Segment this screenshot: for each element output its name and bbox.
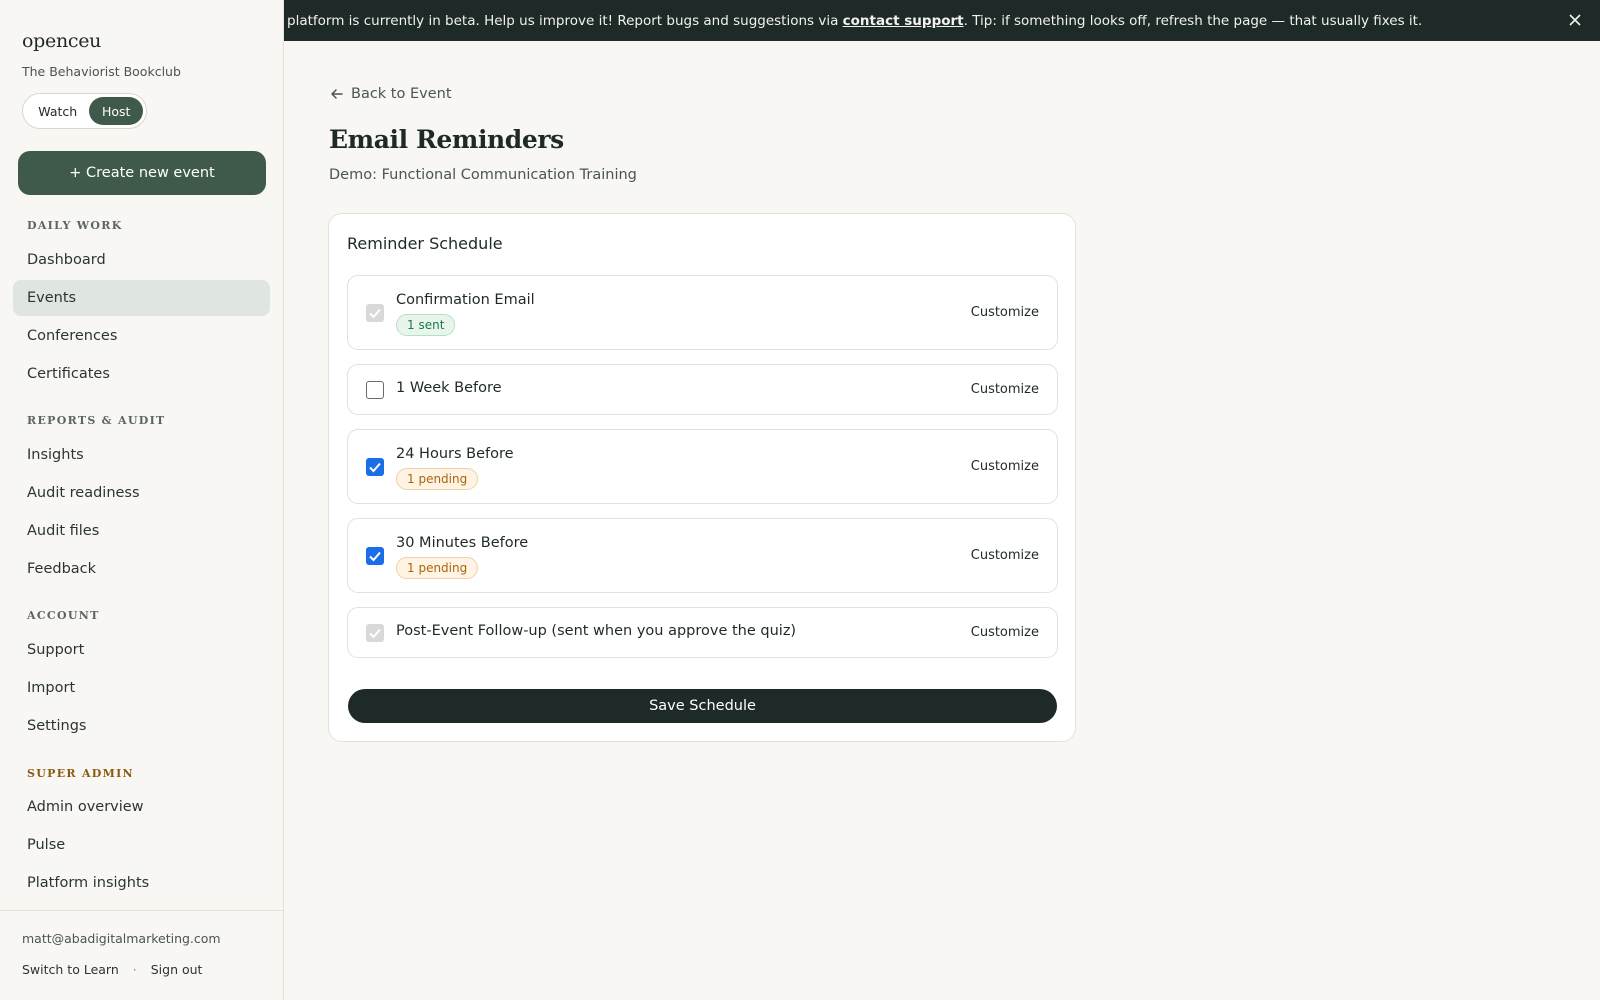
- reminder-row-post-event: Post-Event Follow-up (sent when you appr…: [347, 607, 1058, 658]
- sign-out-link[interactable]: Sign out: [151, 962, 203, 977]
- check-icon: [369, 462, 381, 473]
- reminder-label: 24 Hours Before: [396, 446, 514, 462]
- arrow-left-icon: [331, 89, 343, 99]
- back-label: Back to Event: [351, 86, 452, 102]
- sidebar-item-dashboard[interactable]: Dashboard: [13, 242, 270, 278]
- reminder-row-confirmation: Confirmation Email 1 sent Customize: [347, 275, 1058, 350]
- section-heading-account: ACCOUNT: [27, 609, 100, 622]
- status-badge: 1 pending: [396, 557, 479, 579]
- check-icon: [369, 628, 381, 639]
- sidebar-footer: matt@abadigitalmarketing.com Switch to L…: [0, 910, 284, 1000]
- reminder-row-1-week: 1 Week Before Customize: [347, 364, 1058, 415]
- footer-separator: ·: [132, 962, 137, 977]
- section-heading-super-admin: SUPER ADMIN: [27, 767, 134, 780]
- watch-host-toggle: Watch Host: [22, 93, 147, 129]
- reminder-label: 30 Minutes Before: [396, 535, 529, 551]
- sidebar-item-events[interactable]: Events: [13, 280, 270, 316]
- sidebar-item-audit-files[interactable]: Audit files: [13, 513, 270, 549]
- reminder-schedule-card: Reminder Schedule Confirmation Email 1 s…: [328, 213, 1076, 742]
- sidebar-item-support[interactable]: Support: [13, 632, 270, 668]
- sidebar-item-platform-insights[interactable]: Platform insights: [13, 865, 270, 901]
- reminder-row-24-hours: 24 Hours Before 1 pending Customize: [347, 429, 1058, 504]
- switch-to-learn-link[interactable]: Switch to Learn: [22, 962, 119, 977]
- check-icon: [369, 551, 381, 562]
- customize-button[interactable]: Customize: [971, 548, 1039, 563]
- organization-name: The Behaviorist Bookclub: [22, 64, 181, 79]
- reminder-row-30-minutes: 30 Minutes Before 1 pending Customize: [347, 518, 1058, 593]
- 24-hours-checkbox[interactable]: [366, 458, 384, 476]
- brand-logo[interactable]: openceu: [22, 30, 101, 52]
- 1-week-checkbox[interactable]: [366, 381, 384, 399]
- sidebar-item-admin-overview[interactable]: Admin overview: [13, 789, 270, 825]
- sidebar-item-conferences[interactable]: Conferences: [13, 318, 270, 354]
- reminder-label: Confirmation Email: [396, 292, 535, 308]
- section-heading-reports-audit: REPORTS & AUDIT: [27, 414, 166, 427]
- sidebar: openceu The Behaviorist Bookclub Watch H…: [0, 0, 284, 1000]
- 30-minutes-checkbox[interactable]: [366, 547, 384, 565]
- card-title: Reminder Schedule: [347, 234, 503, 253]
- sidebar-item-certificates[interactable]: Certificates: [13, 356, 270, 392]
- sidebar-item-import[interactable]: Import: [13, 670, 270, 706]
- reminder-label: Post-Event Follow-up (sent when you appr…: [396, 623, 797, 639]
- create-new-event-button[interactable]: + Create new event: [18, 151, 266, 195]
- host-toggle-option[interactable]: Host: [89, 97, 143, 125]
- status-badge: 1 sent: [396, 314, 456, 336]
- page-title: Email Reminders: [329, 125, 564, 154]
- confirmation-checkbox[interactable]: [366, 304, 384, 322]
- sidebar-item-feedback[interactable]: Feedback: [13, 551, 270, 587]
- customize-button[interactable]: Customize: [971, 382, 1039, 397]
- customize-button[interactable]: Customize: [971, 625, 1039, 640]
- sidebar-item-settings[interactable]: Settings: [13, 708, 270, 744]
- save-schedule-button[interactable]: Save Schedule: [348, 689, 1057, 723]
- beta-banner: platform is currently in beta. Help us i…: [284, 0, 1600, 41]
- banner-text-before: platform is currently in beta. Help us i…: [287, 12, 843, 29]
- customize-button[interactable]: Customize: [971, 459, 1039, 474]
- watch-toggle-option[interactable]: Watch: [26, 97, 89, 125]
- reminder-label: 1 Week Before: [396, 380, 502, 396]
- sidebar-item-pulse[interactable]: Pulse: [13, 827, 270, 863]
- footer-links: Switch to Learn · Sign out: [22, 962, 202, 977]
- check-icon: [369, 308, 381, 319]
- status-badge: 1 pending: [396, 468, 479, 490]
- customize-button[interactable]: Customize: [971, 305, 1039, 320]
- sidebar-item-insights[interactable]: Insights: [13, 437, 270, 473]
- banner-text-after: . Tip: if something looks off, refresh t…: [963, 12, 1423, 29]
- user-email: matt@abadigitalmarketing.com: [22, 931, 221, 946]
- sidebar-item-audit-readiness[interactable]: Audit readiness: [13, 475, 270, 511]
- event-subtitle: Demo: Functional Communication Training: [329, 167, 637, 183]
- close-icon[interactable]: [1566, 11, 1584, 29]
- contact-support-link[interactable]: contact support: [843, 13, 964, 29]
- back-to-event-link[interactable]: Back to Event: [329, 86, 452, 102]
- section-heading-daily-work: DAILY WORK: [27, 219, 123, 232]
- post-event-checkbox[interactable]: [366, 624, 384, 642]
